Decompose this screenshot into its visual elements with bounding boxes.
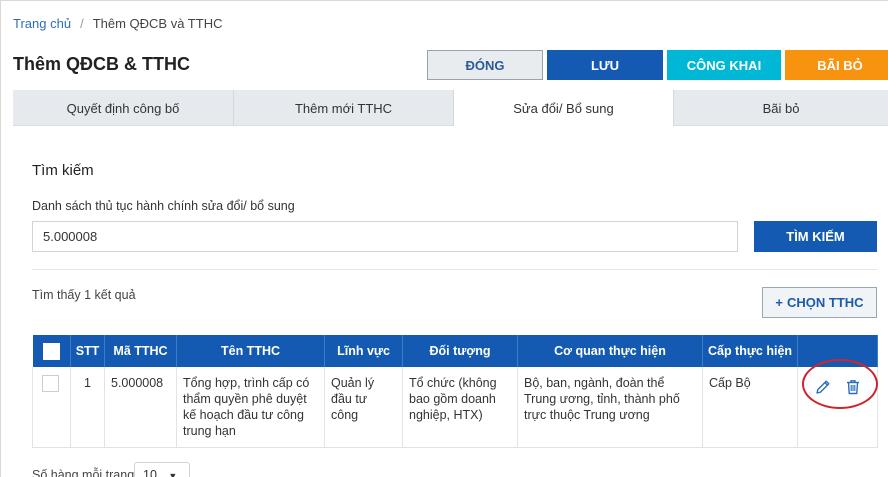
close-button[interactable]: ĐÓNG bbox=[427, 50, 543, 80]
result-count: Tìm thấy 1 kết quả bbox=[32, 288, 136, 302]
table-row: 1 5.000008 Tổng hợp, trình cấp có thẩm q… bbox=[32, 367, 878, 448]
rows-per-page-label: Số hàng mỗi trang bbox=[32, 468, 135, 477]
breadcrumb: Trang chủ / Thêm QĐCB và TTHC bbox=[13, 16, 222, 31]
cell-doi-tuong: Tổ chức (không bao gồm doanh nghiệp, HTX… bbox=[402, 367, 518, 448]
highlight-ring bbox=[802, 359, 878, 409]
divider bbox=[32, 269, 877, 270]
cell-co-quan: Bộ, ban, ngành, đoàn thể Trung ương, tỉn… bbox=[517, 367, 703, 448]
select-all-cell bbox=[32, 335, 71, 367]
row-select-cell bbox=[32, 367, 71, 448]
results-table: STT Mã TTHC Tên TTHC Lĩnh vực Đối tượng … bbox=[32, 335, 878, 448]
breadcrumb-home-link[interactable]: Trang chủ bbox=[13, 16, 71, 31]
tab-bai-bo[interactable]: Bãi bỏ bbox=[674, 90, 888, 126]
cell-stt: 1 bbox=[70, 367, 105, 448]
cancel-button[interactable]: BÃI BỎ bbox=[785, 50, 888, 80]
publish-button[interactable]: CÔNG KHAI bbox=[667, 50, 781, 80]
tab-quyet-dinh-cong-bo[interactable]: Quyết định công bố bbox=[13, 90, 234, 126]
tab-sua-doi-bo-sung[interactable]: Sửa đổi/ Bổ sung bbox=[454, 90, 674, 126]
save-button[interactable]: LƯU bbox=[547, 50, 663, 80]
search-button[interactable]: TÌM KIẾM bbox=[754, 221, 877, 252]
header-doi-tuong: Đối tượng bbox=[402, 335, 518, 367]
plus-icon: + bbox=[775, 295, 784, 310]
choose-tthc-label: CHỌN TTHC bbox=[787, 295, 864, 310]
cell-ma-tthc: 5.000008 bbox=[104, 367, 177, 448]
search-input[interactable] bbox=[32, 221, 738, 252]
cell-ten-tthc: Tổng hợp, trình cấp có thẩm quyền phê du… bbox=[176, 367, 325, 448]
tab-them-moi-tthc[interactable]: Thêm mới TTHC bbox=[234, 90, 454, 126]
chevron-down-icon: ▼ bbox=[168, 471, 178, 477]
breadcrumb-separator: / bbox=[80, 16, 84, 31]
header-ma-tthc: Mã TTHC bbox=[104, 335, 177, 367]
header-co-quan: Cơ quan thực hiện bbox=[517, 335, 703, 367]
search-field-label: Danh sách thủ tục hành chính sửa đổi/ bổ… bbox=[32, 199, 295, 213]
breadcrumb-current: Thêm QĐCB và TTHC bbox=[92, 16, 223, 31]
cell-cap-thuc-hien: Cấp Bộ bbox=[702, 367, 798, 448]
header-ten-tthc: Tên TTHC bbox=[176, 335, 325, 367]
rows-per-page-value: 10 bbox=[143, 468, 157, 477]
row-checkbox[interactable] bbox=[42, 375, 59, 392]
rows-per-page-select[interactable]: 10 ▼ bbox=[134, 462, 190, 477]
header-cap-thuc-hien: Cấp thực hiện bbox=[702, 335, 798, 367]
header-stt: STT bbox=[70, 335, 105, 367]
tab-bar: Quyết định công bố Thêm mới TTHC Sửa đổi… bbox=[13, 90, 888, 126]
table-header-row: STT Mã TTHC Tên TTHC Lĩnh vực Đối tượng … bbox=[32, 335, 878, 367]
page-title: Thêm QĐCB & TTHC bbox=[13, 54, 190, 74]
action-bar: ĐÓNG LƯU CÔNG KHAI BÃI BỎ bbox=[427, 50, 888, 80]
choose-tthc-button[interactable]: + CHỌN TTHC bbox=[762, 287, 877, 318]
select-all-checkbox[interactable] bbox=[42, 342, 60, 360]
header-linh-vuc: Lĩnh vực bbox=[324, 335, 403, 367]
search-section-title: Tìm kiếm bbox=[32, 162, 94, 179]
cell-linh-vuc: Quản lý đầu tư công bbox=[324, 367, 403, 448]
